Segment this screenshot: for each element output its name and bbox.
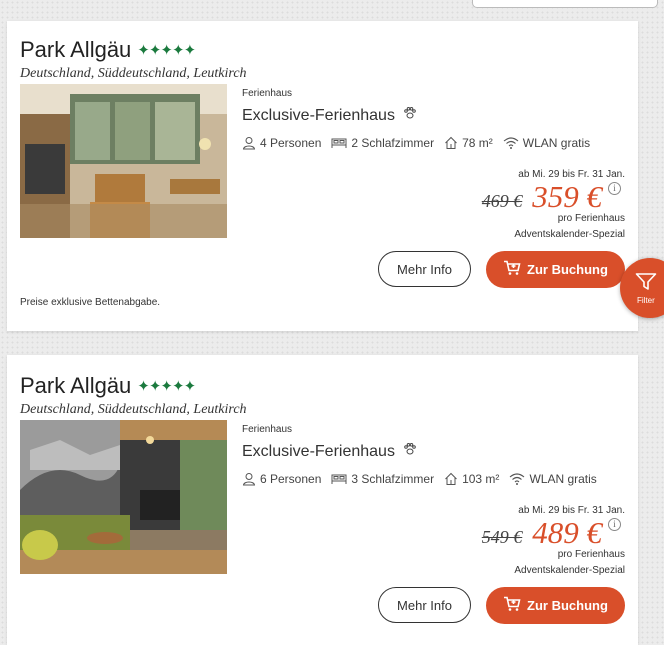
accommodation-type: Ferienhaus: [242, 424, 293, 435]
old-price: 549 €: [481, 527, 523, 547]
new-price: 489 €: [532, 515, 602, 550]
area-feature: 103 m²: [444, 472, 499, 486]
bed-icon: [331, 136, 347, 150]
bedrooms-feature: 3 Schlafzimmer: [331, 472, 434, 486]
bedrooms-label: 3 Schlafzimmer: [351, 472, 435, 486]
pet-friendly-icon: [403, 442, 417, 461]
accommodation-type: Ferienhaus: [242, 88, 293, 99]
book-button[interactable]: Zur Buchung: [486, 587, 625, 624]
more-info-button[interactable]: Mehr Info: [378, 587, 471, 623]
price-row: 549 € 489 € i: [482, 515, 625, 551]
area-label: 78 m²: [462, 136, 493, 150]
special-offer-label: Adventskalender-Spezial: [514, 229, 625, 240]
area-label: 103 m²: [462, 472, 500, 486]
persons-feature: 6 Personen: [242, 472, 321, 486]
new-price: 359 €: [532, 179, 602, 214]
wifi-icon: [509, 472, 525, 486]
filter-label: Filter: [637, 295, 655, 305]
book-button[interactable]: Zur Buchung: [486, 251, 625, 288]
pet-friendly-icon: [403, 106, 417, 125]
wifi-feature: WLAN gratis: [503, 136, 590, 150]
persons-feature: 4 Personen: [242, 136, 321, 150]
location: Deutschland, Süddeutschland, Leutkirch: [20, 402, 247, 417]
features-row: 4 Personen 2 Schlafzimmer 78 m² WLAN gra…: [242, 136, 590, 150]
location: Deutschland, Süddeutschland, Leutkirch: [20, 66, 247, 81]
wifi-feature: WLAN gratis: [509, 472, 597, 486]
cart-icon: [503, 260, 521, 279]
cart-icon: [503, 596, 521, 615]
rating-stars-icon: ✦✦✦✦✦: [137, 378, 196, 395]
book-button-label: Zur Buchung: [527, 262, 608, 277]
accommodation-card: Park Allgäu ✦✦✦✦✦ Deutschland, Süddeutsc…: [7, 21, 638, 331]
info-icon[interactable]: i: [608, 518, 621, 531]
house-title[interactable]: Exclusive-Ferienhaus: [242, 107, 395, 125]
more-info-button[interactable]: Mehr Info: [378, 251, 471, 287]
book-button-label: Zur Buchung: [527, 598, 608, 613]
bed-icon: [331, 472, 347, 486]
old-price: 469 €: [481, 191, 523, 211]
person-icon: [242, 136, 256, 150]
per-unit-label: pro Ferienhaus: [557, 549, 625, 560]
price-footnote: Preise exklusive Bettenabgabe.: [20, 297, 161, 308]
info-icon[interactable]: i: [608, 182, 621, 195]
area-feature: 78 m²: [444, 136, 493, 150]
person-icon: [242, 472, 256, 486]
house-icon: [444, 472, 458, 486]
special-offer-label: Adventskalender-Spezial: [514, 565, 625, 576]
search-field-partial[interactable]: [472, 0, 658, 8]
house-title[interactable]: Exclusive-Ferienhaus: [242, 443, 395, 461]
park-name-row: Park Allgäu ✦✦✦✦✦: [20, 37, 196, 63]
price-row: 469 € 359 € i: [482, 179, 625, 215]
bedrooms-label: 2 Schlafzimmer: [351, 136, 435, 150]
features-row: 6 Personen 3 Schlafzimmer 103 m² WLAN gr…: [242, 472, 597, 486]
wifi-label: WLAN gratis: [529, 472, 597, 486]
per-unit-label: pro Ferienhaus: [557, 213, 625, 224]
rating-stars-icon: ✦✦✦✦✦: [137, 42, 196, 59]
wifi-label: WLAN gratis: [522, 136, 591, 150]
accommodation-card: Park Allgäu ✦✦✦✦✦ Deutschland, Süddeutsc…: [7, 355, 638, 645]
park-name[interactable]: Park Allgäu: [20, 373, 131, 399]
bedrooms-feature: 2 Schlafzimmer: [331, 136, 434, 150]
accommodation-photo[interactable]: [20, 420, 227, 574]
house-title-row: Exclusive-Ferienhaus: [242, 106, 417, 125]
park-name-row: Park Allgäu ✦✦✦✦✦: [20, 373, 196, 399]
persons-label: 4 Personen: [260, 136, 322, 150]
persons-label: 6 Personen: [260, 472, 322, 486]
house-title-row: Exclusive-Ferienhaus: [242, 442, 417, 461]
house-icon: [444, 136, 458, 150]
accommodation-photo[interactable]: [20, 84, 227, 238]
wifi-icon: [503, 136, 519, 150]
filter-icon: [635, 272, 657, 294]
park-name[interactable]: Park Allgäu: [20, 37, 131, 63]
